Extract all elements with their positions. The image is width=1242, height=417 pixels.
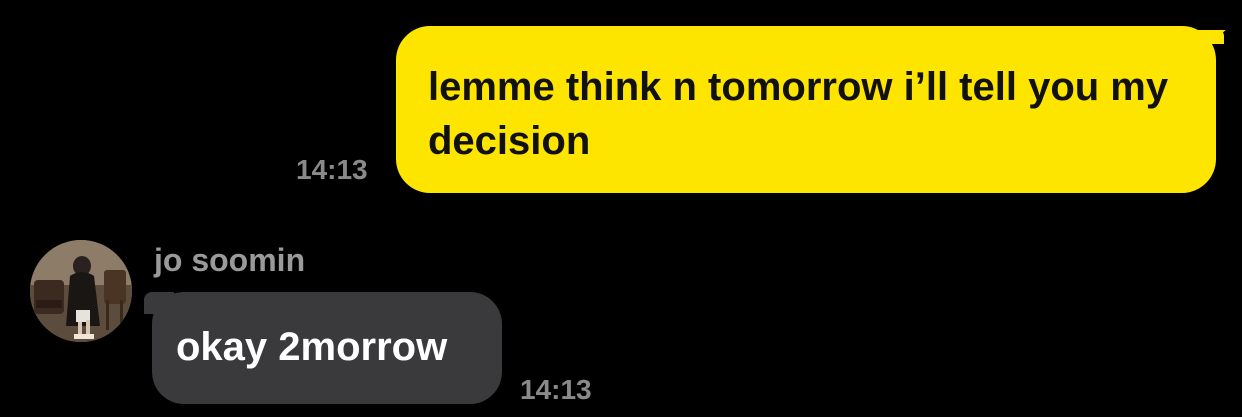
- outgoing-message-bubble[interactable]: lemme think n tomorrow i’ll tell you my …: [396, 26, 1216, 193]
- chat-thread: lemme think n tomorrow i’ll tell you my …: [0, 0, 1242, 417]
- incoming-message-time: 14:13: [520, 374, 592, 405]
- incoming-message-text: okay 2morrow: [176, 325, 448, 369]
- outgoing-message-time: 14:13: [296, 154, 368, 185]
- user-photo-avatar-icon: [30, 240, 132, 342]
- incoming-message-bubble[interactable]: okay 2morrow: [152, 292, 502, 404]
- sender-name[interactable]: jo soomin: [154, 242, 305, 279]
- outgoing-message-text: lemme think n tomorrow i’ll tell you my …: [428, 65, 1169, 163]
- sender-avatar[interactable]: [30, 240, 132, 342]
